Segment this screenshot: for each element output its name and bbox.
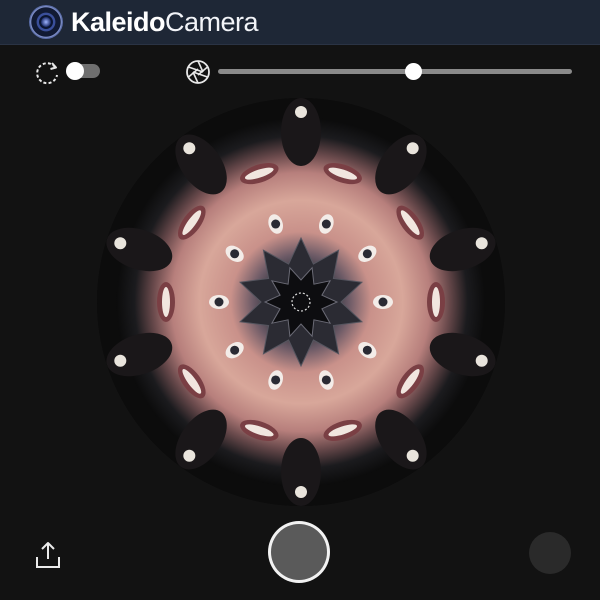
segments-slider-thumb[interactable] <box>404 63 422 80</box>
pattern-pupil <box>271 219 281 229</box>
app-title-bold: Kaleido <box>71 6 166 37</box>
pattern-pupil <box>378 297 388 307</box>
auto-rotate-toggle[interactable] <box>66 62 100 80</box>
pattern-highlight <box>406 449 419 462</box>
toggle-knob <box>66 62 84 80</box>
pattern-highlight <box>475 237 488 250</box>
pattern-highlight <box>183 142 196 155</box>
kaleidoscope-viewfinder <box>97 98 505 506</box>
pattern-teeth <box>162 287 170 317</box>
pattern-highlight <box>295 486 307 498</box>
aperture-icon <box>186 60 210 84</box>
pattern-highlight <box>475 354 488 367</box>
pattern-pupil <box>362 345 372 355</box>
pattern-highlight <box>295 106 307 118</box>
share-icon[interactable] <box>34 540 62 570</box>
pattern-pupil <box>321 219 331 229</box>
pattern-highlight <box>114 354 127 367</box>
rotate-icon[interactable] <box>33 59 61 87</box>
pattern-pupil <box>321 375 331 385</box>
pattern-teeth <box>432 287 440 317</box>
title-bar: KaleidoCamera <box>0 0 600 45</box>
pattern-highlight <box>114 237 127 250</box>
pattern-pupil <box>271 375 281 385</box>
pattern-highlight <box>406 142 419 155</box>
pattern-pupil <box>230 345 240 355</box>
pattern-pupil <box>362 249 372 259</box>
pattern-pupil <box>230 249 240 259</box>
app-title: KaleidoCamera <box>71 6 259 38</box>
pattern-pupil <box>214 297 224 307</box>
segments-slider-track[interactable] <box>218 69 572 74</box>
pattern-highlight <box>183 449 196 462</box>
app-title-light: Camera <box>165 6 259 37</box>
gallery-thumbnail[interactable] <box>529 532 571 574</box>
shutter-button[interactable] <box>271 524 327 580</box>
kaleidoscope-image <box>97 98 505 506</box>
camera-lens-icon <box>29 5 63 39</box>
